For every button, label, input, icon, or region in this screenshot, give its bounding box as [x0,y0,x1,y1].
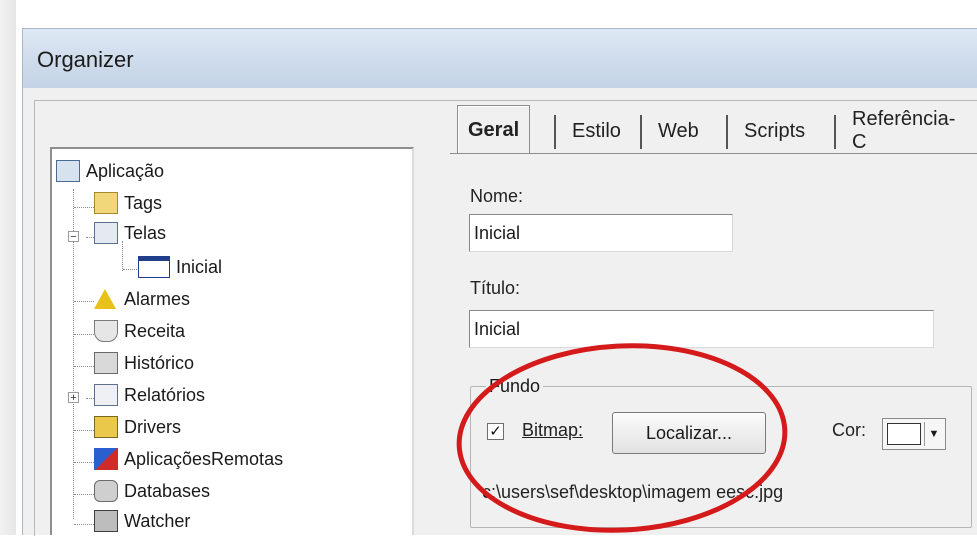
fundo-legend: Fundo [486,376,544,397]
tab-geral[interactable]: Geral [457,105,531,154]
localizar-button[interactable]: Localizar... [612,412,766,454]
watcher-icon [94,510,118,532]
tab-scripts[interactable]: Scripts [734,111,815,151]
dropdown-arrow-icon[interactable]: ▼ [924,422,943,446]
organizer-tree[interactable]: − + Aplicação Tags Telas Inicial Alarmes… [50,147,414,535]
tree-connector [74,524,94,525]
tree-item-drivers[interactable]: Drivers [94,413,181,441]
cor-label: Cor: [832,420,867,440]
titulo-input[interactable]: Inicial [469,310,934,348]
folder-tags-icon [94,192,118,214]
tree-connector [74,207,94,208]
tree-connector [74,301,94,302]
tab-separator [554,115,556,149]
tree-item-alarmes[interactable]: Alarmes [94,285,190,313]
tree-item-inicial[interactable]: Inicial [138,253,222,281]
tree-item-label: Databases [124,480,211,501]
tree-item-label: Drivers [124,416,181,437]
tree-item-relatorios[interactable]: Relatórios [94,381,205,409]
expand-relatorios-toggle[interactable]: + [68,392,79,404]
tree-item-label: Alarmes [124,288,191,309]
tree-item-historico[interactable]: Histórico [94,349,194,377]
history-icon [94,352,118,374]
database-icon [94,480,118,502]
tree-connector [74,494,94,495]
tree-item-label: Histórico [124,352,195,373]
tree-item-tags[interactable]: Tags [94,189,162,217]
tree-item-aplicacao[interactable]: Aplicação [56,157,164,185]
tree-item-label: Telas [124,222,167,243]
property-tabs: Geral Estilo Web Scripts Referência-C [450,105,977,157]
color-picker[interactable]: ▼ [882,418,946,450]
nome-input[interactable]: Inicial [469,214,733,252]
tree-item-label: Tags [124,192,163,213]
tab-web[interactable]: Web [648,111,709,151]
tree-connector [123,269,137,270]
tab-panel-border [450,153,977,154]
tree-item-watcher[interactable]: Watcher [94,507,190,535]
window-title: Organizer [37,47,134,72]
window-icon [138,256,170,278]
remote-apps-icon [94,448,118,470]
tree-item-label: Relatórios [124,384,206,405]
screens-icon [94,222,118,244]
tree-connector [86,398,94,399]
application-icon [56,160,80,182]
tree-item-label: AplicaçõesRemotas [124,448,284,469]
tab-estilo[interactable]: Estilo [562,111,631,151]
titulo-label: Título: [470,278,521,298]
tree-connector [74,334,94,335]
tree-item-label: Aplicação [86,160,165,181]
reports-icon [94,384,118,406]
tab-separator [640,115,642,149]
tree-connector [74,462,94,463]
nome-label: Nome: [470,186,524,206]
tree-item-databases[interactable]: Databases [94,477,210,505]
tree-item-label: Receita [124,320,186,341]
window-left-frame [0,0,16,535]
tree-item-receita[interactable]: Receita [94,317,185,345]
tree-connector [74,366,94,367]
tab-separator [834,115,836,149]
bitmap-label: Bitmap: [522,420,584,440]
tree-item-aplicacoes-remotas[interactable]: AplicaçõesRemotas [94,445,283,473]
collapse-telas-toggle[interactable]: − [68,231,79,243]
recipe-icon [94,320,118,342]
tab-separator [726,115,728,149]
drivers-icon [94,416,118,438]
tree-connector [86,237,94,238]
title-bar[interactable]: Organizer [22,28,977,89]
tab-referencia[interactable]: Referência-C [842,108,977,153]
tree-item-label: Inicial [176,256,223,277]
alarm-icon [94,289,116,309]
tree-item-label: Watcher [124,510,191,531]
fundo-group [470,386,972,528]
color-swatch [887,423,921,445]
tree-connector [74,430,94,431]
tree-item-telas[interactable]: Telas [94,219,166,247]
bitmap-path: c:\users\sef\desktop\imagem eesc.jpg [482,482,784,502]
bitmap-checkbox[interactable]: ✓ [487,423,504,440]
